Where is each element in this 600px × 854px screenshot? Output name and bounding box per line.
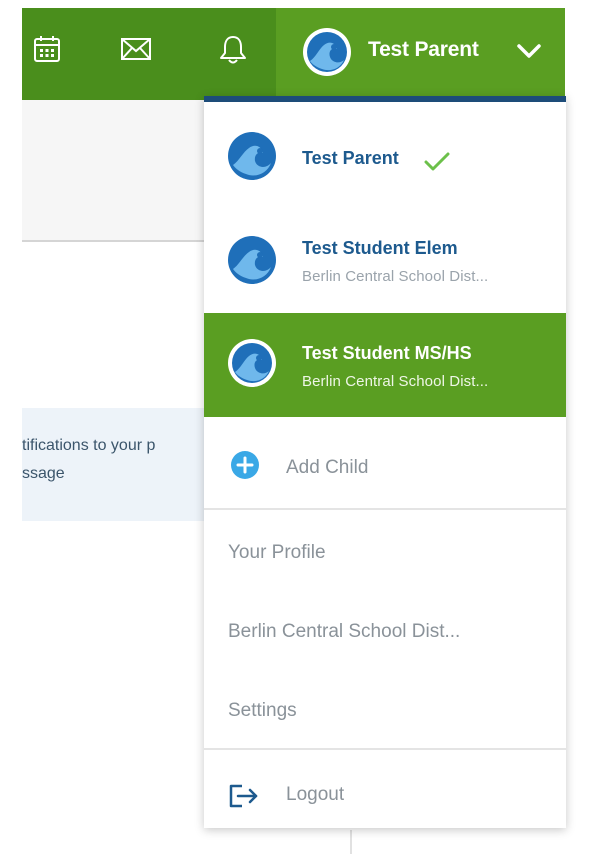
notification-banner: tifications to your p ssage bbox=[22, 408, 204, 521]
link-label: Berlin Central School Dist... bbox=[228, 621, 461, 642]
account-name: Test Parent bbox=[302, 148, 399, 168]
account-school: Berlin Central School Dist... bbox=[302, 268, 489, 285]
check-icon bbox=[424, 152, 450, 171]
menu-divider bbox=[204, 748, 566, 750]
banner-line-2: ssage bbox=[22, 465, 65, 482]
calendar-button[interactable] bbox=[26, 28, 68, 70]
page-divider bbox=[22, 240, 204, 242]
account-school: Berlin Central School Dist... bbox=[302, 373, 489, 390]
page-header-panel bbox=[22, 100, 204, 240]
account-item-test-student-elem[interactable]: Test Student Elem Berlin Central School … bbox=[204, 208, 566, 312]
calendar-icon bbox=[34, 36, 60, 62]
your-profile-link[interactable]: Your Profile bbox=[204, 520, 566, 586]
account-item-test-student-mshs[interactable]: Test Student MS/HS Berlin Central School… bbox=[204, 313, 566, 417]
logout-label: Logout bbox=[286, 784, 345, 805]
plus-circle-icon bbox=[231, 451, 259, 479]
bell-icon bbox=[220, 36, 246, 64]
link-label: Settings bbox=[228, 700, 297, 721]
account-name: Test Student Elem bbox=[302, 238, 458, 258]
link-label: Your Profile bbox=[228, 542, 326, 563]
logout-icon bbox=[229, 784, 258, 808]
settings-link[interactable]: Settings bbox=[204, 678, 566, 744]
user-name: Test Parent bbox=[368, 38, 479, 61]
logout-button[interactable]: Logout bbox=[204, 754, 566, 834]
banner-line-1: tifications to your p bbox=[22, 437, 156, 454]
account-dropdown: Test Parent Test Student Elem Berlin Cen… bbox=[204, 96, 566, 828]
app-stage: tifications to your p ssage Test Parent … bbox=[0, 0, 600, 854]
avatar bbox=[227, 235, 277, 290]
mail-icon bbox=[121, 38, 151, 60]
school-district-link[interactable]: Berlin Central School Dist... bbox=[204, 599, 566, 665]
avatar bbox=[302, 27, 352, 82]
notifications-button[interactable] bbox=[212, 28, 254, 70]
mail-button[interactable] bbox=[115, 28, 157, 70]
add-child-label: Add Child bbox=[286, 457, 369, 478]
avatar bbox=[227, 131, 277, 186]
user-menu-button[interactable]: Test Parent bbox=[276, 8, 565, 100]
avatar bbox=[227, 338, 277, 393]
menu-divider bbox=[204, 508, 566, 510]
account-item-test-parent[interactable]: Test Parent bbox=[204, 104, 566, 208]
chevron-down-icon bbox=[517, 44, 541, 58]
account-name: Test Student MS/HS bbox=[302, 343, 472, 363]
add-child-button[interactable]: Add Child bbox=[204, 424, 566, 508]
